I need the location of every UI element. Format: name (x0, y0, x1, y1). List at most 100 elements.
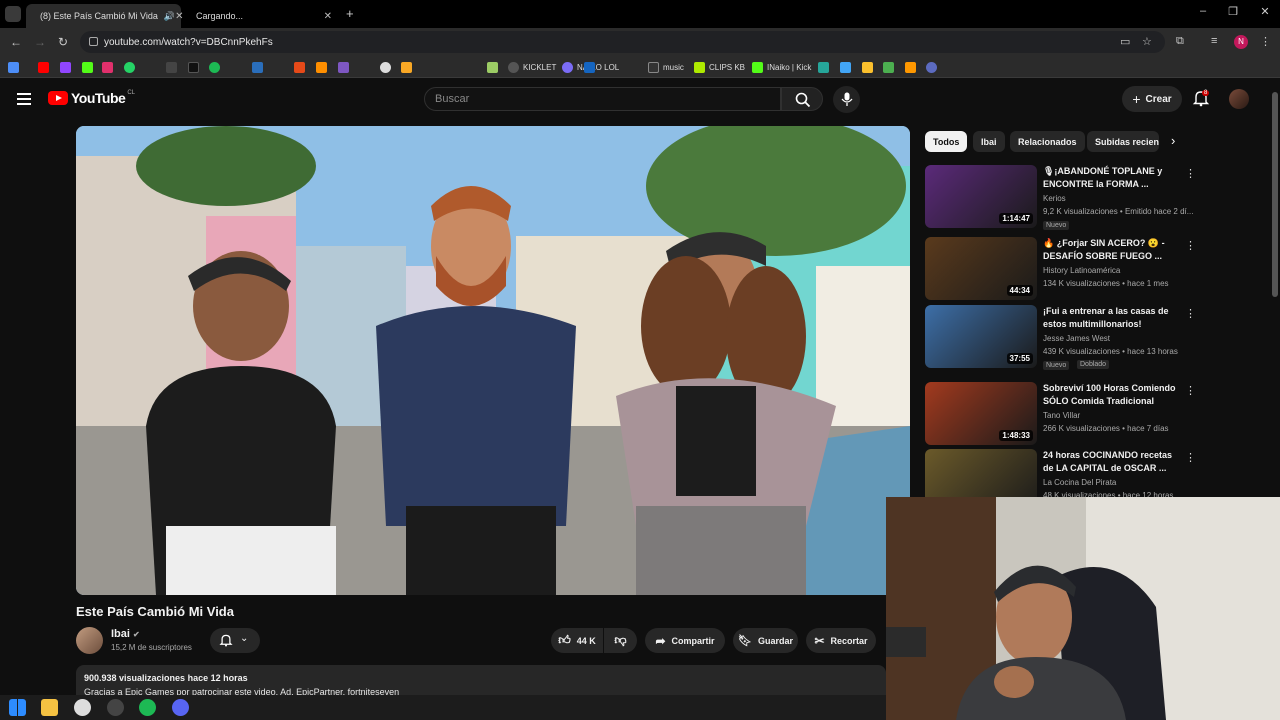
tab-youtube[interactable]: (8) Este País Cambió Mi Vida 🔊 ✕ (26, 4, 184, 28)
profile-avatar[interactable]: N (1234, 35, 1248, 49)
recommendation-title[interactable]: 24 horas COCINANDO recetas de LA CAPITAL… (1043, 449, 1183, 475)
bookmark-icon[interactable] (487, 61, 502, 73)
tab-search-button[interactable] (5, 6, 21, 22)
file-explorer-icon[interactable] (41, 699, 58, 716)
chip-todos[interactable]: Todos (925, 131, 968, 152)
bookmark-instagram-icon[interactable] (102, 61, 117, 73)
media-control-icon[interactable]: ≡ (1211, 35, 1217, 47)
close-tab-icon[interactable]: ✕ (175, 11, 183, 22)
bookmark-music[interactable]: music (648, 61, 684, 73)
bookmark-kick-icon[interactable] (82, 61, 97, 73)
account-avatar[interactable] (1229, 89, 1249, 109)
recommendation-title[interactable]: Sobreviví 100 Horas Comiendo SÓLO Comida… (1043, 382, 1183, 408)
chip-ibai[interactable]: Ibai (973, 131, 1005, 152)
close-tab-icon[interactable]: ✕ (324, 11, 332, 22)
menu-kebab-icon[interactable]: ⋮ (1260, 35, 1271, 48)
bookmark-x-icon[interactable] (166, 61, 181, 73)
bookmark-naiko-lol-2[interactable] (584, 61, 599, 73)
chevron-right-icon[interactable]: › (1171, 133, 1175, 148)
search-button[interactable] (781, 87, 823, 111)
minimize-icon[interactable]: – (1188, 5, 1218, 17)
more-actions-icon[interactable]: ⋮ (1185, 307, 1196, 320)
subscription-bell-button[interactable]: ⌄ (210, 628, 260, 653)
apps-icon[interactable] (8, 61, 23, 73)
share-button[interactable]: ➦ Compartir (645, 628, 725, 653)
recommendation-channel[interactable]: History Latinoamérica (1043, 266, 1120, 275)
windows-start-icon[interactable] (9, 699, 26, 716)
recommendation-title[interactable]: ¡Fui a entrenar a las casas de estos mul… (1043, 305, 1183, 331)
more-actions-icon[interactable]: ⋮ (1185, 384, 1196, 397)
create-button[interactable]: + Crear (1122, 86, 1182, 112)
bookmark-icon[interactable] (862, 61, 877, 73)
bookmark-inaiko-kick[interactable]: INaiko | Kick (752, 61, 811, 73)
video-thumbnail[interactable]: 1:14:47 (925, 165, 1037, 228)
bookmark-icon[interactable] (252, 61, 267, 73)
discord-icon[interactable] (172, 699, 189, 716)
video-thumbnail[interactable]: 44:34 (925, 237, 1037, 300)
voice-search-button[interactable] (833, 86, 860, 113)
bookmark-star-icon[interactable]: ☆ (1142, 35, 1152, 48)
restore-icon[interactable]: ❐ (1218, 5, 1248, 18)
bookmark-icon[interactable] (316, 61, 331, 73)
window-close-icon[interactable]: ✕ (1250, 5, 1280, 18)
bookmark-twitch-icon[interactable] (60, 61, 75, 73)
bookmark-icon[interactable] (818, 61, 833, 73)
address-bar[interactable]: youtube.com/watch?v=DBCnnPkehFs (80, 31, 1165, 53)
cast-icon[interactable]: ▭ (1120, 35, 1130, 48)
site-info-icon[interactable] (89, 37, 98, 46)
bookmark-kicklet[interactable]: KICKLET (508, 61, 556, 73)
recommendation-title[interactable]: 🎙¡ABANDONÉ TOPLANE y ENCONTRE la FORMA .… (1043, 165, 1183, 191)
channel-avatar[interactable] (76, 627, 103, 654)
app-icon[interactable] (107, 699, 124, 716)
recommendation-item[interactable]: 37:55 ¡Fui a entrenar a las casas de esto… (925, 305, 1265, 370)
tab-loading[interactable]: Cargando... ✕ (188, 4, 340, 28)
bookmark-tiktok-icon[interactable] (188, 61, 203, 73)
recommendation-channel[interactable]: La Cocina Del Pirata (1043, 478, 1116, 487)
microphone-icon (841, 92, 853, 106)
recommendation-channel[interactable]: Kerios (1043, 194, 1066, 203)
extensions-icon[interactable]: ⧉ (1176, 35, 1184, 48)
search-input[interactable]: Buscar (424, 87, 781, 111)
back-icon[interactable]: ← (10, 35, 22, 49)
more-actions-icon[interactable]: ⋮ (1185, 167, 1196, 180)
bookmark-icon[interactable] (401, 61, 416, 73)
page-scrollbar[interactable] (1272, 92, 1278, 297)
bookmark-spotify-icon[interactable] (209, 61, 224, 73)
spotify-icon[interactable] (139, 699, 156, 716)
bookmark-icon[interactable] (905, 61, 920, 73)
bookmark-clips-kb[interactable]: CLIPS KB (694, 61, 745, 73)
chrome-icon[interactable] (74, 699, 91, 716)
recommendation-item[interactable]: 1:14:47 🎙¡ABANDONÉ TOPLANE y ENCONTRE la … (925, 165, 1265, 230)
clip-button[interactable]: ✂ Recortar (806, 628, 876, 653)
bookmark-chrome-icon[interactable] (380, 61, 395, 73)
video-player[interactable] (76, 126, 910, 595)
new-tab-icon[interactable]: + (346, 6, 354, 21)
more-actions-icon[interactable]: ⋮ (1185, 451, 1196, 464)
recommendation-item[interactable]: 44:34 🔥 ¿Forjar SIN ACERO? 😮 - DESAFÍO SO… (925, 237, 1265, 301)
recommendation-title[interactable]: 🔥 ¿Forjar SIN ACERO? 😮 - DESAFÍO SOBRE F… (1043, 237, 1183, 263)
like-button[interactable]: 👍︎ 44 K (551, 628, 603, 653)
bookmark-whatsapp-icon[interactable] (124, 61, 139, 73)
bookmark-icon[interactable] (338, 61, 353, 73)
bookmark-icon[interactable] (883, 61, 898, 73)
video-thumbnail[interactable]: 37:55 (925, 305, 1037, 368)
youtube-logo[interactable]: YouTube CL (48, 90, 135, 106)
chip-relacionados[interactable]: Relacionados (1010, 131, 1085, 152)
reload-icon[interactable]: ↻ (58, 35, 68, 49)
speaker-icon[interactable]: 🔊 (164, 11, 175, 22)
chip-subidas-recientes[interactable]: Subidas recien (1087, 131, 1159, 152)
recommendation-item[interactable]: 1:48:33 Sobreviví 100 Horas Comiendo SÓLO… (925, 382, 1265, 446)
forward-icon[interactable]: → (34, 35, 46, 49)
bookmark-icon[interactable] (840, 61, 855, 73)
more-actions-icon[interactable]: ⋮ (1185, 239, 1196, 252)
save-button[interactable]: 🔖︎ Guardar (733, 628, 798, 653)
recommendation-channel[interactable]: Tano Villar (1043, 411, 1080, 420)
channel-name[interactable]: Ibai ✔ (111, 628, 140, 640)
video-thumbnail[interactable]: 1:48:33 (925, 382, 1037, 445)
bookmark-icon[interactable] (926, 61, 941, 73)
bookmark-youtube-icon[interactable] (38, 61, 53, 73)
dislike-button[interactable]: 👎︎ (604, 628, 637, 653)
recommendation-channel[interactable]: Jesse James West (1043, 334, 1110, 343)
bookmark-icon[interactable] (294, 61, 309, 73)
hamburger-menu-icon[interactable] (17, 93, 31, 105)
